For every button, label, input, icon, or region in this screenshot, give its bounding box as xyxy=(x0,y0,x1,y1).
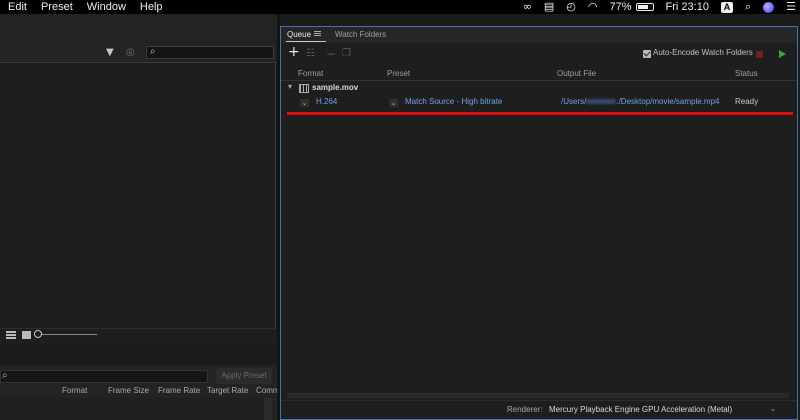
menu-bar: Edit Preset Window Help ∞ ▤ ◴ ◠ 77% Fri … xyxy=(0,0,800,14)
output-preset-link[interactable]: Match Source - High bitrate xyxy=(405,97,502,106)
column-header-target-rate[interactable]: Target Rate xyxy=(207,386,248,395)
column-header-format: Format xyxy=(298,69,324,78)
redacted-username xyxy=(586,99,617,105)
search-icon[interactable]: ⌕ xyxy=(745,0,751,14)
format-dropdown-icon[interactable]: ⌄ xyxy=(300,99,309,107)
renderer-select[interactable]: Mercury Playback Engine GPU Acceleration… xyxy=(547,403,784,417)
queue-output-row[interactable]: ⌄ H.264 ⌄ Match Source - High bitrate /U… xyxy=(281,95,797,109)
output-file-link[interactable]: /Users/ ./Desktop/movie/sample.mp4 xyxy=(561,97,720,106)
creative-cloud-icon[interactable]: ∞ xyxy=(523,0,532,14)
panel-gap xyxy=(280,14,800,26)
preset-column-headers: Format Frame Size Frame Rate Target Rate… xyxy=(0,385,284,397)
search-icon: ⌕ xyxy=(150,46,156,57)
menu-preset[interactable]: Preset xyxy=(33,0,79,14)
queue-tab-bar: Queue Watch Folders xyxy=(281,27,797,43)
film-file-icon xyxy=(299,84,309,93)
battery-percent: 77% xyxy=(609,1,632,13)
input-source-letter: A xyxy=(720,1,733,13)
zoom-slider-knob[interactable] xyxy=(34,330,42,338)
wifi-icon[interactable]: ◠ xyxy=(588,0,598,14)
column-header-output-file: Output File xyxy=(557,69,597,78)
battery-level-fill xyxy=(637,5,649,9)
add-source-icon[interactable]: + xyxy=(288,45,300,59)
battery-icon xyxy=(635,3,654,11)
output-path-suffix: ./Desktop/movie/sample.mp4 xyxy=(616,97,720,106)
column-header-frame-size[interactable]: Frame Size xyxy=(108,386,149,395)
output-path-prefix: /Users/ xyxy=(561,97,587,106)
search-icon: ⌕ xyxy=(2,370,8,381)
column-header-status: Status xyxy=(735,69,758,78)
apply-preset-button[interactable]: Apply Preset xyxy=(216,368,272,384)
remove-icon[interactable]: − xyxy=(326,48,336,60)
column-header-preset: Preset xyxy=(387,69,411,78)
siri-icon[interactable] xyxy=(763,1,775,13)
queue-column-headers: Format Preset Output File Status xyxy=(281,67,797,81)
output-status: Ready xyxy=(735,97,759,106)
chevron-down-icon[interactable]: ▾ xyxy=(288,82,292,91)
panel-gap xyxy=(0,345,278,365)
queue-toolbar: + ☷ − ❐ Auto-Encode Watch Folders xyxy=(281,44,797,66)
settings-sliders-icon[interactable]: ☷ xyxy=(306,48,315,60)
preset-scrollbar[interactable] xyxy=(264,398,272,420)
preset-list xyxy=(0,398,264,420)
column-header-format[interactable]: Format xyxy=(62,386,87,395)
start-queue-button[interactable] xyxy=(779,50,786,58)
view-toggle-icon[interactable]: ◎ xyxy=(126,47,138,59)
media-search-input[interactable]: ⌕ xyxy=(146,46,274,59)
menu-help[interactable]: Help xyxy=(132,0,169,14)
queue-source-row[interactable]: ▾ sample.mov xyxy=(281,81,797,95)
menu-window[interactable]: Window xyxy=(79,0,132,14)
filter-icon[interactable]: ▼ xyxy=(106,47,118,59)
time-machine-icon[interactable]: ◴ xyxy=(566,0,576,14)
stop-queue-button[interactable] xyxy=(756,51,763,58)
media-browser-content xyxy=(0,63,276,328)
input-source-indicator[interactable]: A xyxy=(720,1,733,13)
battery-indicator[interactable]: 77% xyxy=(610,0,654,14)
tab-watch-folders[interactable]: Watch Folders xyxy=(335,30,386,40)
clock[interactable]: Fri 23:10 xyxy=(666,0,709,14)
app-menus: Edit Preset Window Help xyxy=(0,0,169,14)
list-view-icon[interactable] xyxy=(6,331,16,340)
duplicate-icon[interactable]: ❐ xyxy=(342,48,351,60)
tab-queue[interactable]: Queue xyxy=(287,30,311,40)
auto-encode-checkbox[interactable] xyxy=(643,50,651,58)
siri-orb xyxy=(763,1,775,13)
source-filename: sample.mov xyxy=(312,83,359,92)
menu-edit[interactable]: Edit xyxy=(0,0,33,14)
highlight-underline xyxy=(287,112,793,115)
panel-menu-icon[interactable] xyxy=(314,31,321,37)
renderer-label: Renderer: xyxy=(507,405,543,414)
preset-dropdown-icon[interactable]: ⌄ xyxy=(389,99,398,107)
zoom-slider-track[interactable] xyxy=(42,334,97,335)
output-format-link[interactable]: H.264 xyxy=(316,97,337,106)
icon-view-icon[interactable] xyxy=(22,331,31,339)
queue-horizontal-scrollbar[interactable] xyxy=(287,393,789,398)
status-area: ∞ ▤ ◴ ◠ 77% Fri 23:10 A ⌕ ☰ xyxy=(511,0,796,14)
active-tab-indicator xyxy=(286,41,326,42)
preset-search-input[interactable]: ⌕ xyxy=(0,370,208,383)
control-center-icon[interactable]: ☰ xyxy=(786,0,796,14)
auto-encode-label[interactable]: Auto-Encode Watch Folders xyxy=(653,48,753,57)
queue-panel: Queue Watch Folders + ☷ − ❐ Auto-Encode … xyxy=(280,26,798,420)
clipboard-icon[interactable]: ▤ xyxy=(544,0,554,14)
column-header-frame-rate[interactable]: Frame Rate xyxy=(158,386,200,395)
queue-footer: Renderer: Mercury Playback Engine GPU Ac… xyxy=(281,400,797,419)
chevron-down-icon[interactable]: ⌄ xyxy=(770,405,776,413)
